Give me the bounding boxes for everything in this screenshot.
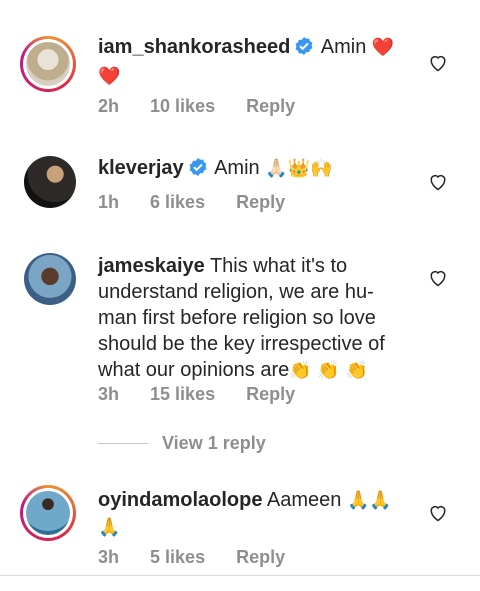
username[interactable]: kleverjay [98,157,184,179]
heart-icon[interactable] [428,53,448,73]
comment-text: jameskaiye This what it's to understand … [98,253,410,384]
comment-text: iam_shankorasheed Amin ❤️ ❤️ [98,34,410,90]
timestamp: 1h [98,192,120,212]
bottom-divider [0,575,480,576]
reply-button[interactable]: Reply [236,192,285,212]
username[interactable]: iam_shankorasheed [98,36,290,58]
username[interactable]: jameskaiye [98,255,205,277]
likes-count[interactable]: 15 likes [150,384,215,404]
avatar[interactable] [20,485,76,541]
comment-body: Amin [320,36,367,58]
comment-body: Amin [214,157,260,179]
heart-icon[interactable] [428,503,448,523]
view-replies-button[interactable]: View 1 reply [98,433,266,454]
comment-body: Aameen [266,489,342,511]
comment-text: oyindamolaolope Aameen 🙏🙏 🙏 [98,487,410,541]
heart-icon[interactable] [428,172,448,192]
verified-badge-icon [188,157,208,184]
likes-count[interactable]: 5 likes [150,547,205,567]
comment-emoji: 🙏🏻👑🙌 [265,158,333,179]
comment-meta: 3h 15 likes Reply [98,384,321,405]
likes-count[interactable]: 10 likes [150,96,215,116]
likes-count[interactable]: 6 likes [150,192,205,212]
avatar[interactable] [20,36,76,92]
avatar[interactable] [24,156,76,208]
reply-button[interactable]: Reply [236,547,285,567]
view-replies-label[interactable]: View 1 reply [162,433,266,454]
reply-divider-line [98,443,148,444]
timestamp: 3h [98,384,120,404]
verified-badge-icon [294,36,314,63]
comment-meta: 2h 10 likes Reply [98,96,321,117]
comment-meta: 1h 6 likes Reply [98,192,311,213]
avatar[interactable] [24,253,76,305]
username[interactable]: oyindamolaolope [98,489,262,511]
timestamp: 2h [98,96,120,116]
timestamp: 3h [98,547,120,567]
comment-emoji: 👏 👏 👏 [289,360,368,381]
reply-button[interactable]: Reply [246,96,295,116]
comment-text: kleverjay Amin 🙏🏻👑🙌 [98,155,410,184]
reply-button[interactable]: Reply [246,384,295,404]
comment-meta: 3h 5 likes Reply [98,547,311,568]
heart-icon[interactable] [428,268,448,288]
